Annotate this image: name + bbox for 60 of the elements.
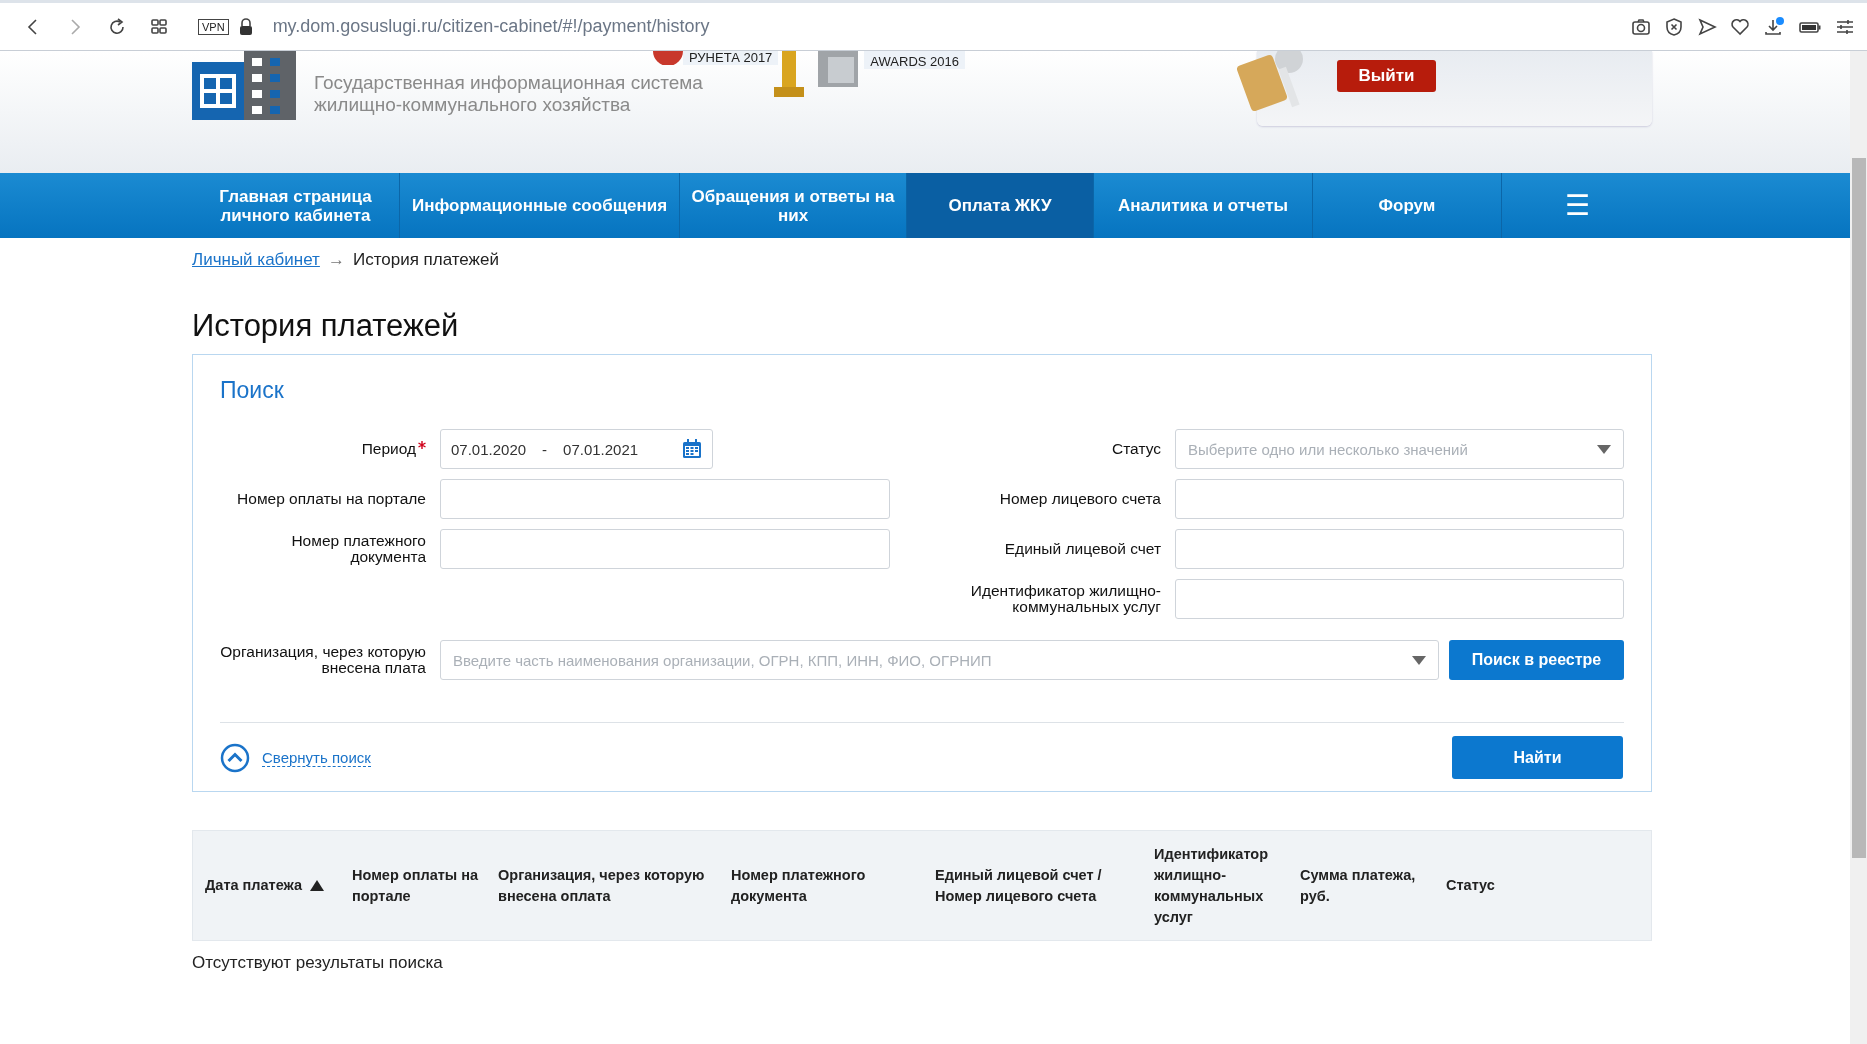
logo-subtitle: Государственная информационная система (314, 72, 703, 94)
nav-tab[interactable]: Главная страница личного кабинета (192, 173, 400, 238)
page-title: История платежей (192, 308, 460, 344)
nav-tab[interactable]: Информационные сообщения (400, 173, 680, 238)
nav-tab[interactable]: Оплата ЖКУ (907, 173, 1094, 238)
vpn-badge[interactable]: VPN (198, 18, 229, 35)
logout-button[interactable]: Выйти (1337, 60, 1436, 92)
registry-search-button[interactable]: Поиск в реестре (1449, 640, 1624, 680)
field-label: Единый лицевой счет (1003, 541, 1161, 557)
dropdown-caret-icon (1412, 655, 1426, 665)
award-caption: РУНЕТА 2017 (682, 51, 779, 65)
input-field[interactable] (1175, 529, 1624, 569)
breadcrumb-current: История платежей (352, 250, 499, 270)
scrollbar[interactable] (1850, 51, 1867, 1044)
award-globe-icon (652, 51, 683, 65)
empty-message: Отсутствуют результаты поиска (192, 953, 444, 973)
input-field[interactable] (1175, 479, 1624, 519)
building-icon (192, 51, 296, 120)
date-range-field[interactable]: 07.01.2020 - 07.01.2021 (440, 429, 713, 469)
field-label: Номер платежного документа (290, 533, 426, 565)
collapse-icon[interactable] (220, 742, 250, 773)
award-caption: AWARDS 2016 (864, 51, 965, 69)
column-header[interactable]: Организация, через которую внесена оплата (498, 864, 731, 907)
nav-tab[interactable]: Аналитика и отчеты (1094, 173, 1313, 238)
field-label: Организация, через которую внесена плата (220, 644, 426, 676)
field-label: Номер оплаты на портале (236, 491, 426, 507)
find-button[interactable]: Найти (1452, 736, 1623, 779)
breadcrumb-arrow: → (327, 250, 345, 270)
breadcrumb-link[interactable]: Личный кабинет (192, 250, 320, 270)
address-bar[interactable]: my.dom.gosuslugi.ru/citizen-cabinet/#!/payment/history (272, 16, 710, 37)
required-icon (418, 441, 426, 449)
field-label: Статус (1111, 441, 1161, 457)
dropdown-caret-icon (1597, 444, 1611, 454)
logo-subtitle: жилищно-коммунального хозяйства (314, 94, 632, 116)
collapse-search-link[interactable]: Свернуть поиск (262, 748, 371, 767)
download-icon[interactable] (1763, 15, 1785, 38)
send-icon[interactable] (1697, 16, 1717, 37)
reload-icon[interactable] (107, 16, 127, 37)
column-header[interactable]: Дата платежа (205, 875, 303, 896)
column-header[interactable]: Идентификатор жилищно-коммунальных услуг (1154, 843, 1300, 928)
grid-icon[interactable] (149, 16, 169, 37)
heart-icon[interactable] (1730, 16, 1750, 37)
nav-tab[interactable]: Форум (1313, 173, 1502, 238)
field-label: Идентификатор жилищно-коммунальных услуг (969, 583, 1161, 615)
shield-icon[interactable] (1664, 16, 1684, 37)
sort-icon[interactable] (310, 880, 325, 891)
input-field[interactable] (1175, 579, 1624, 619)
section-heading: Поиск (220, 377, 285, 404)
field-label: Период (220, 441, 426, 457)
column-header[interactable]: Номер оплаты на портале (352, 864, 498, 907)
column-header[interactable]: Статус (1446, 875, 1503, 896)
lock-icon (238, 17, 253, 36)
column-header[interactable]: Сумма платежа, руб. (1300, 864, 1446, 907)
column-header[interactable]: Номер платежного документа (731, 864, 935, 907)
field-label: Номер лицевого счета (998, 491, 1161, 507)
input-field[interactable] (440, 479, 890, 519)
camera-icon[interactable] (1631, 16, 1651, 37)
input-field[interactable] (440, 529, 890, 569)
menu-button[interactable]: ☰ (1502, 173, 1652, 238)
calendar-icon[interactable] (682, 439, 702, 459)
